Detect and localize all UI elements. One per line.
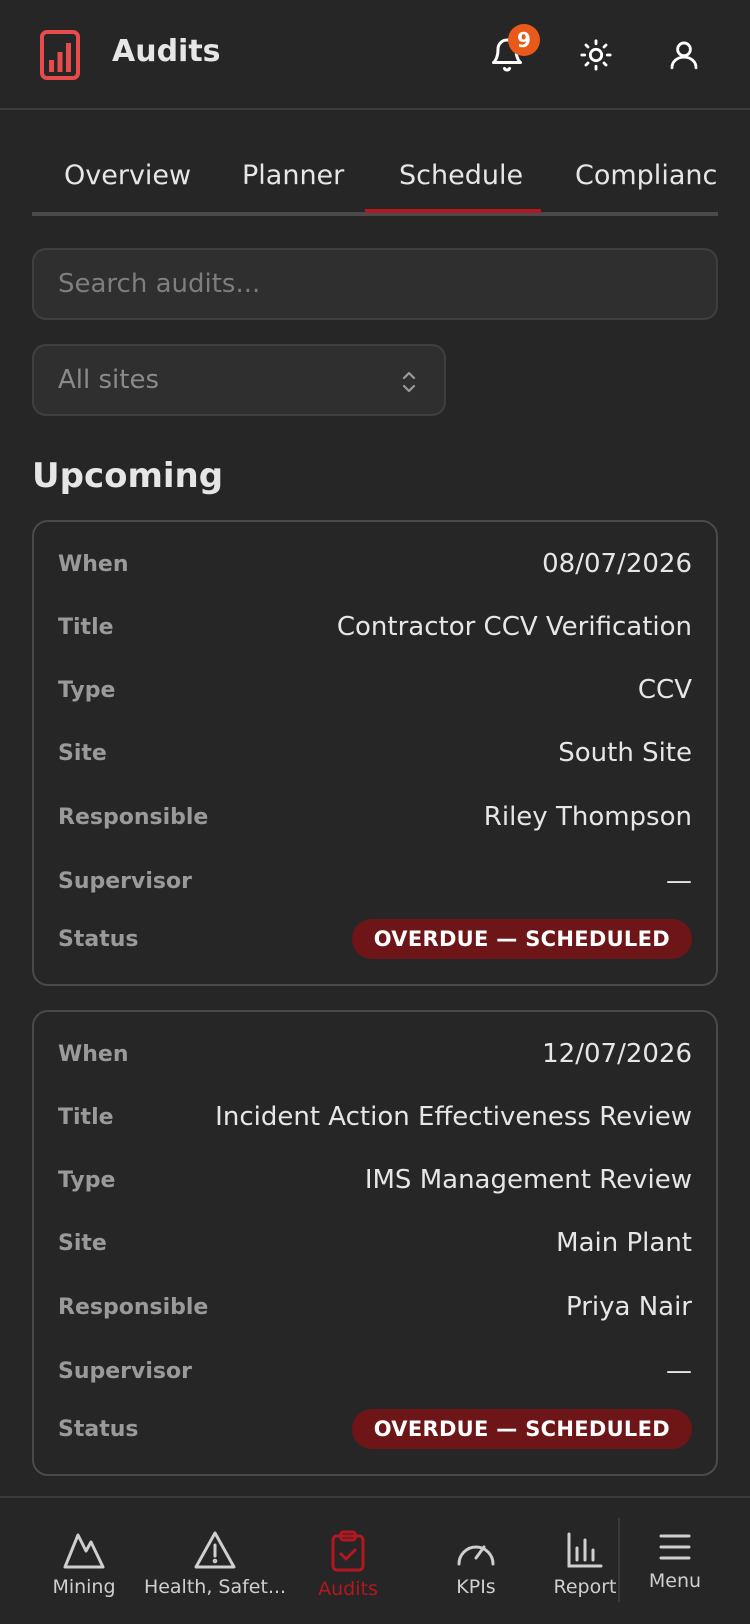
field-label: Status (58, 926, 139, 952)
nav-item-mining[interactable]: Mining (34, 1498, 134, 1624)
audit-responsible: Priya Nair (565, 1292, 692, 1322)
audit-responsible: Riley Thompson (483, 802, 692, 832)
field-label: Responsible (58, 1294, 209, 1320)
nav-label: KPIs (456, 1576, 496, 1598)
audit-when: 08/07/2026 (542, 549, 692, 579)
audit-title: Incident Action Effectiveness Review (215, 1102, 692, 1132)
warning-icon (194, 1531, 236, 1569)
field-label: Title (58, 1104, 114, 1130)
field-label: Title (58, 614, 114, 640)
audit-type: CCV (637, 675, 692, 705)
audit-row-title: Title Contractor CCV Verification (58, 607, 692, 647)
nav-label: Health, Safet... (143, 1576, 287, 1598)
clipboard-check-icon (331, 1530, 365, 1572)
app-root: Audits 9 Overview Planner Schedule Compl… (0, 0, 750, 1624)
audit-site: Main Plant (556, 1228, 692, 1258)
nav-label: Report (553, 1576, 617, 1598)
audit-row-site: Site South Site (58, 733, 692, 773)
section-title: Upcoming (32, 456, 224, 496)
nav-label: Menu (648, 1570, 702, 1592)
nav-item-health-safety[interactable]: Health, Safet... (144, 1498, 286, 1624)
field-label: When (58, 1041, 129, 1067)
theme-toggle-button[interactable] (571, 30, 621, 80)
user-profile-button[interactable] (659, 30, 709, 80)
nav-label: Mining (52, 1576, 116, 1598)
audit-supervisor: — (666, 1356, 692, 1386)
nav-item-kpis[interactable]: KPIs (426, 1498, 526, 1624)
page-title: Audits (112, 34, 221, 69)
status-badge: OVERDUE — SCHEDULED (351, 919, 692, 959)
audit-card[interactable]: When 12/07/2026 Title Incident Action Ef… (32, 1010, 718, 1476)
audit-card[interactable]: When 08/07/2026 Title Contractor CCV Ver… (32, 520, 718, 986)
field-label: Site (58, 740, 107, 766)
audit-site: South Site (558, 738, 692, 768)
status-badge: OVERDUE — SCHEDULED (351, 1409, 692, 1449)
tab-planner[interactable]: Planner (242, 160, 344, 191)
mountain-icon (63, 1533, 105, 1569)
search-input[interactable] (32, 248, 718, 320)
field-label: Type (58, 1167, 116, 1193)
sun-icon (580, 39, 612, 71)
audit-row-responsible: Responsible Riley Thompson (58, 797, 692, 837)
audit-row-supervisor: Supervisor — (58, 1351, 692, 1391)
audit-row-when: When 12/07/2026 (58, 1034, 692, 1074)
audit-row-type: Type IMS Management Review (58, 1160, 692, 1200)
field-label: Status (58, 1416, 139, 1442)
tab-bar: Overview Planner Schedule Compliance (32, 150, 718, 216)
tab-overview[interactable]: Overview (64, 160, 191, 191)
nav-item-audits[interactable]: Audits (298, 1498, 398, 1624)
app-logo-icon (40, 30, 80, 80)
audit-row-supervisor: Supervisor — (58, 861, 692, 901)
field-label: Supervisor (58, 868, 192, 894)
user-icon (670, 41, 698, 70)
field-label: Site (58, 1230, 107, 1256)
nav-item-report[interactable]: Report (550, 1498, 620, 1624)
audit-title: Contractor CCV Verification (336, 612, 692, 642)
field-label: When (58, 551, 129, 577)
audit-when: 12/07/2026 (542, 1039, 692, 1069)
field-label: Supervisor (58, 1358, 192, 1384)
active-tab-indicator (365, 209, 541, 213)
bar-chart-icon (567, 1532, 603, 1568)
nav-divider (618, 1518, 620, 1602)
gauge-icon (457, 1545, 495, 1566)
tab-schedule[interactable]: Schedule (399, 160, 523, 191)
menu-icon (659, 1534, 691, 1560)
bottom-nav: Mining Health, Safet... Audits KPIs Repo… (0, 1496, 750, 1624)
site-filter-value: All sites (58, 365, 160, 395)
field-label: Type (58, 677, 116, 703)
audit-row-type: Type CCV (58, 670, 692, 710)
audit-type: IMS Management Review (364, 1165, 692, 1195)
app-header: Audits 9 (0, 0, 750, 110)
field-label: Responsible (58, 804, 209, 830)
nav-label: Audits (318, 1578, 378, 1600)
site-filter-select[interactable]: All sites (32, 344, 446, 416)
audit-row-title: Title Incident Action Effectiveness Revi… (58, 1097, 692, 1137)
audit-row-when: When 08/07/2026 (58, 544, 692, 584)
audit-row-status: Status OVERDUE — SCHEDULED (58, 919, 692, 959)
audit-row-status: Status OVERDUE — SCHEDULED (58, 1409, 692, 1449)
audit-supervisor: — (666, 866, 692, 896)
chevron-up-down-icon (402, 371, 416, 393)
nav-item-menu[interactable]: Menu (628, 1498, 722, 1624)
tab-compliance[interactable]: Compliance (575, 160, 718, 191)
notification-badge: 9 (508, 24, 540, 56)
audit-row-responsible: Responsible Priya Nair (58, 1287, 692, 1327)
audit-row-site: Site Main Plant (58, 1223, 692, 1263)
